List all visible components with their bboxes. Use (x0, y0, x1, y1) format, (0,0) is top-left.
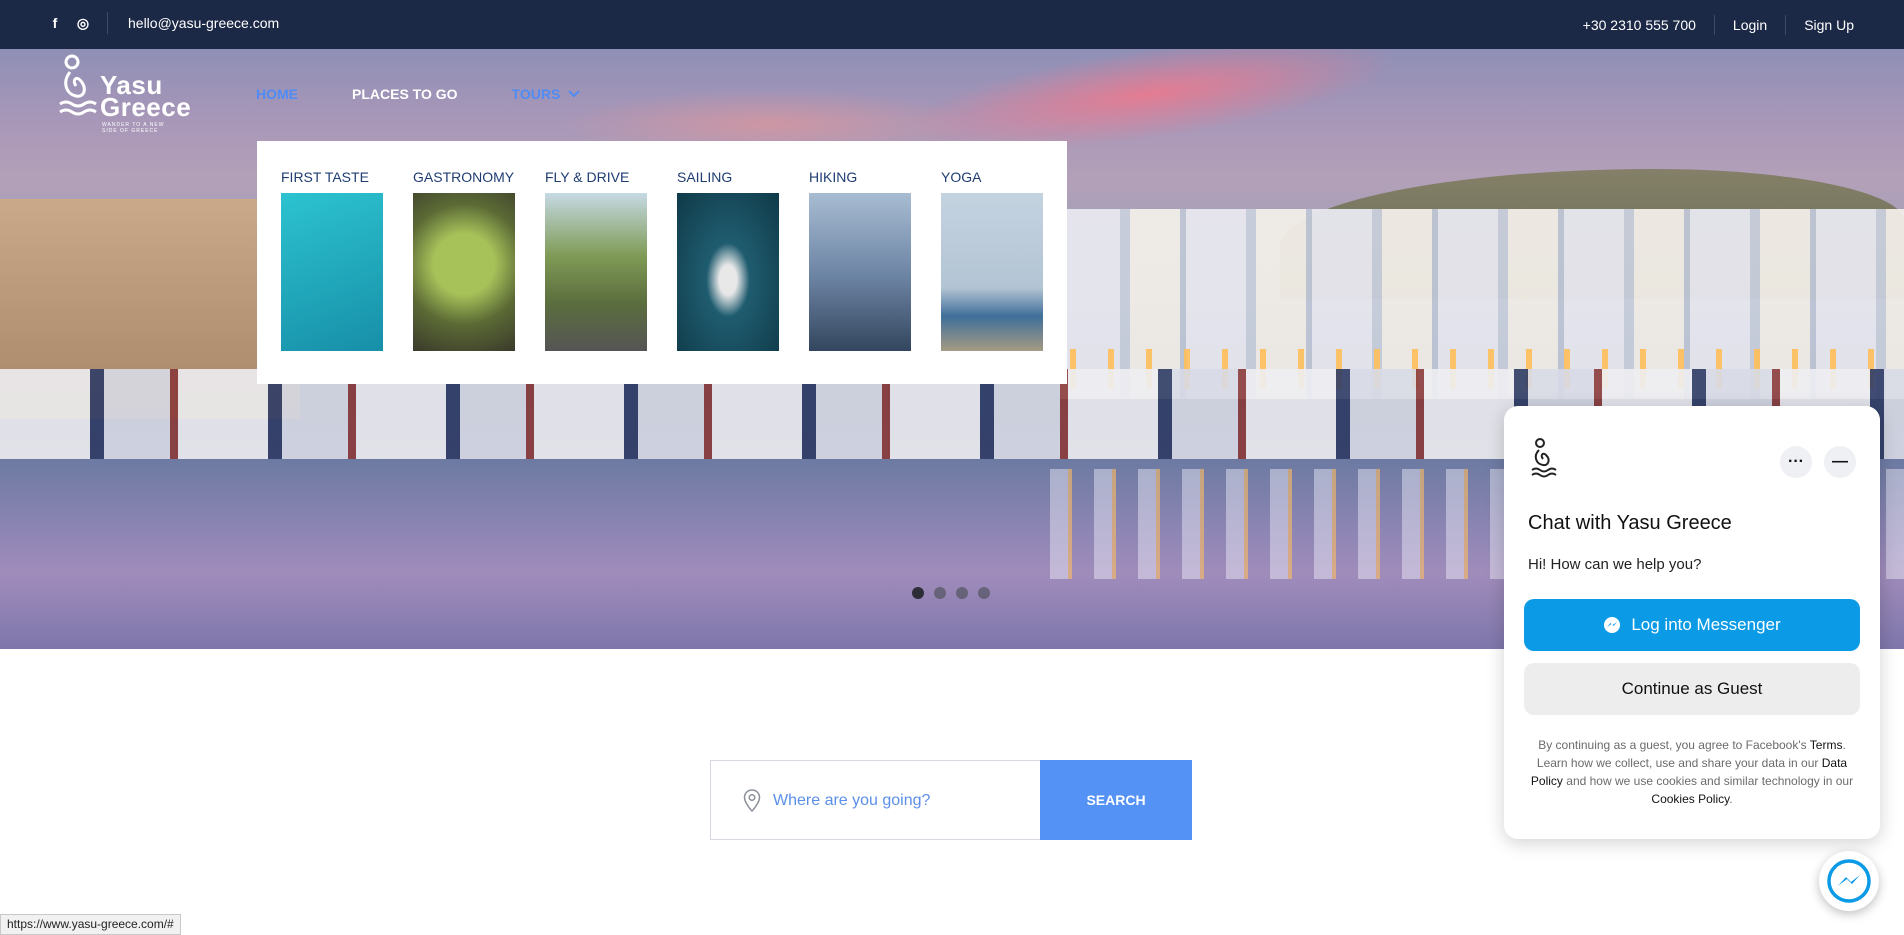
terms-link[interactable]: Terms (1810, 738, 1843, 752)
tour-image (545, 193, 647, 351)
top-bar: f ◎ hello@yasu-greece.com +30 2310 555 7… (0, 0, 1904, 49)
topbar-right: +30 2310 555 700 Login Sign Up (1565, 15, 1854, 35)
tour-image (941, 193, 1043, 351)
log-into-messenger-button[interactable]: Log into Messenger (1524, 599, 1860, 651)
tour-label: FIRST TASTE (281, 169, 369, 185)
tour-label: FLY & DRIVE (545, 169, 630, 185)
main-nav: HOME PLACES TO GO TOURS (256, 86, 581, 102)
tour-image (281, 193, 383, 351)
tour-card-yoga[interactable]: YOGA (941, 169, 1043, 351)
messenger-chat-widget: ··· — Chat with Yasu Greece Hi! How can … (1504, 406, 1880, 839)
carousel-dot[interactable] (956, 587, 968, 599)
more-options-icon[interactable]: ··· (1780, 446, 1812, 478)
nav-tours-label: TOURS (511, 86, 561, 102)
messenger-icon (1827, 859, 1871, 903)
tour-image (677, 193, 779, 351)
messenger-launcher-button[interactable] (1819, 851, 1879, 911)
nav-home[interactable]: HOME (256, 86, 298, 102)
chat-title: Chat with Yasu Greece (1528, 512, 1732, 534)
carousel-dot[interactable] (912, 587, 924, 599)
continue-as-guest-button[interactable]: Continue as Guest (1524, 663, 1860, 715)
carousel-dot[interactable] (978, 587, 990, 599)
minimize-icon[interactable]: — (1824, 446, 1856, 478)
yasu-logo-icon (1531, 438, 1557, 478)
nav-places-to-go[interactable]: PLACES TO GO (352, 86, 458, 102)
logo-name: Yasu Greece (100, 72, 210, 122)
contact-email[interactable]: hello@yasu-greece.com (128, 15, 279, 31)
tour-card-first-taste[interactable]: FIRST TASTE (281, 169, 383, 351)
tours-dropdown: FIRST TASTE GASTRONOMY FLY & DRIVE SAILI… (257, 141, 1067, 384)
signup-link[interactable]: Sign Up (1786, 17, 1854, 33)
tour-card-hiking[interactable]: HIKING (809, 169, 911, 351)
tour-image (413, 193, 515, 351)
logo-tagline: WANDER TO A NEW SIDE OF GREECE (102, 122, 165, 134)
carousel-dots (912, 587, 990, 599)
tour-label: HIKING (809, 169, 858, 185)
logo-name-line2: Greece (100, 92, 192, 122)
tour-label: GASTRONOMY (413, 169, 515, 185)
chat-greeting: Hi! How can we help you? (1528, 556, 1702, 573)
legal-text: By continuing as a guest, you agree to F… (1538, 738, 1807, 752)
destination-search-input[interactable] (773, 781, 1033, 821)
browser-status-url: https://www.yasu-greece.com/# (0, 914, 181, 935)
cookies-policy-link[interactable]: Cookies Policy (1651, 792, 1729, 806)
search-box: SEARCH (710, 760, 1192, 840)
location-pin-icon (743, 789, 761, 813)
tour-card-gastronomy[interactable]: GASTRONOMY (413, 169, 515, 351)
chat-legal-text: By continuing as a guest, you agree to F… (1524, 736, 1860, 808)
instagram-icon[interactable]: ◎ (76, 15, 90, 31)
facebook-icon[interactable]: f (48, 15, 62, 31)
social-links: f ◎ (48, 15, 90, 31)
legal-text: . (1729, 792, 1733, 806)
chevron-down-icon (568, 90, 581, 98)
tour-card-sailing[interactable]: SAILING (677, 169, 779, 351)
tour-card-fly-drive[interactable]: FLY & DRIVE (545, 169, 647, 351)
carousel-dot[interactable] (934, 587, 946, 599)
logo-mark-icon (59, 54, 97, 116)
divider (107, 12, 108, 34)
tour-label: YOGA (941, 169, 982, 185)
tour-label: SAILING (677, 169, 733, 185)
messenger-icon (1604, 617, 1621, 633)
contact-phone[interactable]: +30 2310 555 700 (1565, 17, 1714, 33)
search-button[interactable]: SEARCH (1040, 760, 1192, 840)
nav-tours[interactable]: TOURS (512, 86, 581, 102)
login-link[interactable]: Login (1715, 17, 1785, 33)
legal-text: and how we use cookies and similar techn… (1566, 774, 1854, 788)
log-into-messenger-label: Log into Messenger (1631, 615, 1781, 634)
tour-image (809, 193, 911, 351)
